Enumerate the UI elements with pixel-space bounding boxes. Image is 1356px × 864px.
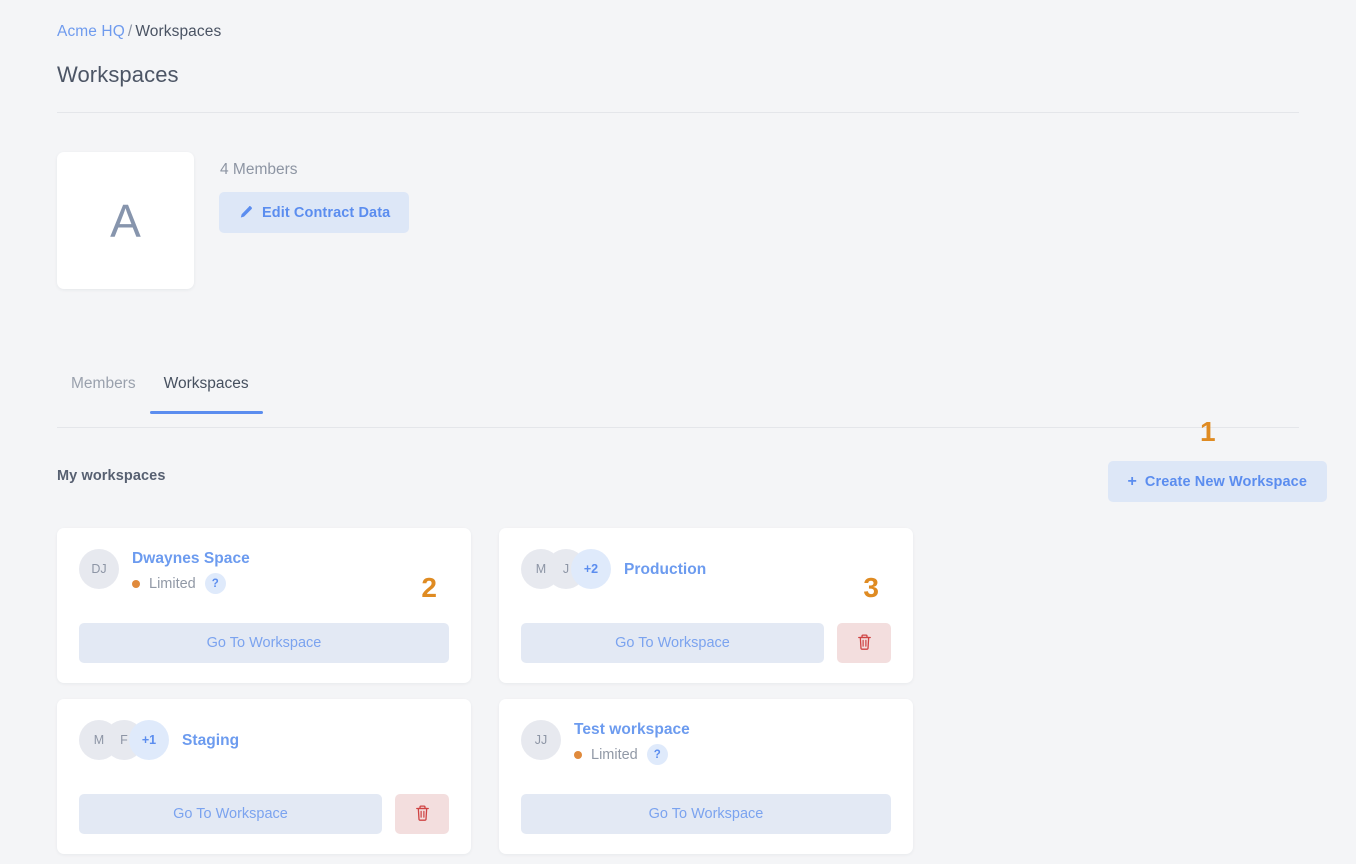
avatar-stack: M F +1 xyxy=(79,720,169,760)
workspace-card-header: M F +1 Staging xyxy=(79,719,449,794)
workspace-card: M J +2 Production 3 Go To Workspace xyxy=(499,528,913,683)
workspace-name-link[interactable]: Production xyxy=(624,561,706,579)
status-dot-icon xyxy=(132,579,140,588)
tab-members[interactable]: Members xyxy=(57,375,150,414)
breadcrumb-separator: / xyxy=(127,23,133,40)
workspace-meta: Staging xyxy=(182,719,239,761)
organization-avatar: A xyxy=(57,152,194,289)
delete-workspace-button[interactable] xyxy=(395,794,449,834)
breadcrumb-link-acme-hq[interactable]: Acme HQ xyxy=(57,23,125,40)
tabs-divider xyxy=(57,427,1299,428)
page-title: Workspaces xyxy=(57,62,179,87)
workspace-meta: Test workspace Limited? xyxy=(574,719,690,765)
workspace-card-header: M J +2 Production 3 xyxy=(521,548,891,623)
go-to-workspace-button[interactable]: Go To Workspace xyxy=(521,794,891,834)
workspace-card: M F +1 Staging Go To Workspace xyxy=(57,699,471,854)
avatar-overflow-count: +2 xyxy=(571,549,611,589)
workspace-card-actions: Go To Workspace xyxy=(79,623,449,663)
workspace-name-link[interactable]: Dwaynes Space xyxy=(132,550,250,568)
workspace-card: DJ Dwaynes Space Limited? 2 Go To Workspace xyxy=(57,528,471,683)
pencil-icon xyxy=(238,205,253,220)
plus-icon: + xyxy=(1127,472,1137,490)
create-new-workspace-button[interactable]: + Create New Workspace xyxy=(1107,461,1327,502)
avatar-stack: M J +2 xyxy=(521,549,611,589)
workspace-meta: Production xyxy=(624,548,706,590)
annotation-marker-1: 1 xyxy=(1200,416,1216,447)
workspace-grid: DJ Dwaynes Space Limited? 2 Go To Workspace M… xyxy=(57,528,1329,864)
delete-workspace-button[interactable] xyxy=(837,623,891,663)
workspaces-page: Acme HQ / Workspaces Workspaces A 4 Member… xyxy=(0,0,1356,864)
avatar-overflow-count: +1 xyxy=(129,720,169,760)
edit-contract-data-label: Edit Contract Data xyxy=(262,204,391,221)
trash-icon xyxy=(414,804,431,825)
workspace-card-header: JJ Test workspace Limited? xyxy=(521,719,891,794)
help-icon[interactable]: ? xyxy=(646,744,668,765)
members-count: 4 Members xyxy=(220,161,298,178)
workspace-card-actions: Go To Workspace xyxy=(521,794,891,834)
go-to-workspace-button[interactable]: Go To Workspace xyxy=(521,623,824,663)
header-divider xyxy=(57,112,1299,113)
section-title-my-workspaces: My workspaces xyxy=(57,468,166,484)
workspace-name-link[interactable]: Test workspace xyxy=(574,721,690,739)
tab-workspaces[interactable]: Workspaces xyxy=(149,375,263,414)
workspace-meta: Dwaynes Space Limited? xyxy=(132,548,250,594)
workspace-card-actions: Go To Workspace xyxy=(521,623,891,663)
go-to-workspace-button[interactable]: Go To Workspace xyxy=(79,623,449,663)
tab-bar: Members Workspaces xyxy=(57,375,263,414)
annotation-marker-2: 2 xyxy=(421,572,437,603)
help-icon[interactable]: ? xyxy=(204,573,226,594)
workspace-card: JJ Test workspace Limited? Go To Workspace xyxy=(499,699,913,854)
status-dot-icon xyxy=(574,750,582,759)
avatar: JJ xyxy=(521,720,561,760)
create-new-workspace-label: Create New Workspace xyxy=(1144,473,1307,490)
trash-icon xyxy=(856,633,873,654)
edit-contract-data-button[interactable]: Edit Contract Data xyxy=(219,192,410,233)
breadcrumb-current: Workspaces xyxy=(135,23,222,40)
avatar: DJ xyxy=(79,549,119,589)
go-to-workspace-button[interactable]: Go To Workspace xyxy=(79,794,382,834)
workspace-card-header: DJ Dwaynes Space Limited? 2 xyxy=(79,548,449,623)
status-label: Limited xyxy=(149,575,196,592)
workspace-card-actions: Go To Workspace xyxy=(79,794,449,834)
workspace-status: Limited? xyxy=(132,573,250,594)
annotation-marker-3: 3 xyxy=(863,572,879,603)
workspace-status: Limited? xyxy=(574,744,690,765)
status-label: Limited xyxy=(591,746,638,763)
organization-avatar-letter: A xyxy=(110,194,141,247)
breadcrumb: Acme HQ / Workspaces xyxy=(57,23,221,41)
workspace-name-link[interactable]: Staging xyxy=(182,732,239,750)
